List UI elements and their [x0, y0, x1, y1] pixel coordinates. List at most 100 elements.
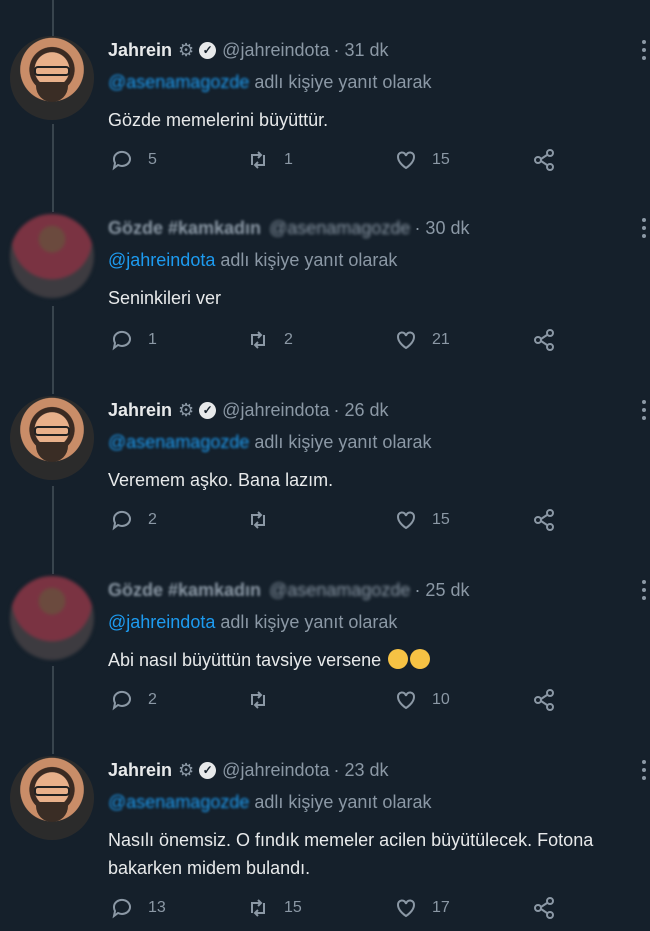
reply-count: 5	[148, 151, 157, 168]
tweet[interactable]: Jahrein ⚙ ✓ @jahreindota · 26 dk @asenam…	[0, 396, 650, 566]
tweet-text: Abi nasıl büyüttün tavsiye versene	[108, 646, 628, 674]
retweet-icon	[251, 691, 265, 709]
like-count: 21	[432, 331, 450, 348]
retweet-button[interactable]: 2	[246, 328, 293, 352]
like-button[interactable]: 17	[394, 896, 450, 920]
reply-icon	[112, 690, 131, 711]
like-button[interactable]: 15	[394, 148, 450, 172]
settings-icon: ⚙	[178, 40, 195, 60]
author-handle[interactable]: @jahreindota	[222, 400, 329, 421]
reply-button[interactable]: 5	[110, 148, 157, 172]
reply-button[interactable]: 1	[110, 328, 157, 352]
smiling-face-emoji	[388, 649, 409, 669]
tweet[interactable]: Gözde #kamkadın @asenamagozde · 25 dk @j…	[0, 576, 650, 746]
author-name[interactable]: Gözde #kamkadın	[108, 580, 261, 601]
more-icon[interactable]	[642, 576, 646, 604]
more-icon[interactable]	[642, 396, 646, 424]
retweet-button[interactable]: 1	[246, 148, 293, 172]
tweet-actions: 2 10	[110, 688, 570, 714]
tweet-text: Nasılı önemsiz. O fındık memeler acilen …	[108, 830, 594, 878]
reply-context: @asenamagozde adlı kişiye yanıt olarak	[108, 792, 431, 813]
share-button[interactable]	[532, 896, 556, 920]
like-icon	[397, 899, 415, 918]
like-icon	[397, 151, 415, 170]
avatar[interactable]	[10, 214, 94, 298]
like-icon	[397, 331, 415, 350]
reply-context: @jahreindota adlı kişiye yanıt olarak	[108, 250, 397, 271]
timestamp[interactable]: · 23 dk	[334, 760, 389, 781]
like-button[interactable]: 10	[394, 688, 450, 712]
timestamp[interactable]: · 26 dk	[334, 400, 389, 421]
more-icon[interactable]	[642, 756, 646, 784]
avatar[interactable]	[10, 396, 94, 480]
tweet-text: Seninkileri ver	[108, 288, 222, 308]
share-button[interactable]	[532, 508, 556, 532]
tweet-text-body: Abi nasıl büyüttün tavsiye versene	[108, 650, 382, 670]
reply-icon	[112, 898, 131, 919]
author-handle[interactable]: @jahreindota	[222, 40, 329, 61]
share-button[interactable]	[532, 688, 556, 712]
reply-icon	[112, 330, 131, 351]
author-name[interactable]: Jahrein	[108, 40, 172, 61]
like-count: 10	[432, 691, 450, 708]
reply-mention[interactable]: @jahreindota	[108, 612, 215, 632]
like-button[interactable]: 21	[394, 328, 450, 352]
author-handle[interactable]: @jahreindota	[222, 760, 329, 781]
thread-line	[52, 0, 54, 36]
timestamp[interactable]: · 31 dk	[334, 40, 389, 61]
reply-button[interactable]: 13	[110, 896, 166, 920]
verified-icon: ✓	[199, 762, 217, 779]
tweet[interactable]: Gözde #kamkadın @asenamagozde · 30 dk @j…	[0, 214, 650, 384]
retweet-button[interactable]	[246, 508, 284, 532]
reply-label: adlı kişiye yanıt olarak	[215, 612, 398, 632]
tweet-actions: 5 1 15	[110, 148, 570, 174]
reply-label: adlı kişiye yanıt olarak	[215, 250, 398, 270]
reply-icon	[112, 510, 131, 531]
tweet-text: Veremem aşko. Bana lazım.	[108, 470, 334, 490]
reply-label: adlı kişiye yanıt olarak	[249, 792, 432, 812]
timestamp[interactable]: · 25 dk	[414, 580, 469, 601]
author-name[interactable]: Jahrein	[108, 760, 172, 781]
like-count: 15	[432, 511, 450, 528]
author-name[interactable]: Jahrein	[108, 400, 172, 421]
tweet[interactable]: Jahrein ⚙ ✓ @jahreindota · 23 dk @asenam…	[0, 756, 650, 931]
avatar[interactable]	[10, 576, 94, 660]
retweet-button[interactable]: 15	[246, 896, 302, 920]
share-icon	[534, 897, 554, 919]
reply-mention[interactable]: @asenamagozde	[108, 432, 249, 452]
tweet-actions: 2 15	[110, 508, 570, 534]
share-button[interactable]	[532, 328, 556, 352]
reply-button[interactable]: 2	[110, 508, 157, 532]
retweet-button[interactable]	[246, 688, 284, 712]
avatar[interactable]	[10, 36, 94, 120]
share-icon	[534, 149, 554, 171]
more-icon[interactable]	[642, 36, 646, 64]
retweet-count: 1	[284, 151, 293, 168]
retweet-count: 2	[284, 331, 293, 348]
timestamp[interactable]: · 30 dk	[414, 218, 469, 239]
avatar[interactable]	[10, 756, 94, 840]
author-name[interactable]: Gözde #kamkadın	[108, 218, 261, 239]
more-icon[interactable]	[642, 214, 646, 242]
reply-mention[interactable]: @jahreindota	[108, 250, 215, 270]
like-count: 15	[432, 151, 450, 168]
reply-label: adlı kişiye yanıt olarak	[249, 432, 432, 452]
share-button[interactable]	[532, 148, 556, 172]
like-button[interactable]: 15	[394, 508, 450, 532]
author-handle[interactable]: @asenamagozde	[269, 580, 410, 601]
verified-icon: ✓	[199, 402, 217, 419]
reply-context: @asenamagozde adlı kişiye yanıt olarak	[108, 432, 431, 453]
reply-button[interactable]: 2	[110, 688, 157, 712]
settings-icon: ⚙	[178, 400, 195, 420]
verified-icon: ✓	[199, 42, 217, 59]
share-icon	[534, 509, 554, 531]
reply-mention[interactable]: @asenamagozde	[108, 792, 249, 812]
tweet-actions: 1 2 21	[110, 328, 570, 354]
reply-count: 2	[148, 691, 157, 708]
author-handle[interactable]: @asenamagozde	[269, 218, 410, 239]
reply-count: 2	[148, 511, 157, 528]
retweet-count: 15	[284, 899, 302, 916]
reply-context: @jahreindota adlı kişiye yanıt olarak	[108, 612, 397, 633]
reply-mention[interactable]: @asenamagozde	[108, 72, 249, 92]
tweet[interactable]: Jahrein ⚙ ✓ @jahreindota · 31 dk @asenam…	[0, 36, 650, 206]
